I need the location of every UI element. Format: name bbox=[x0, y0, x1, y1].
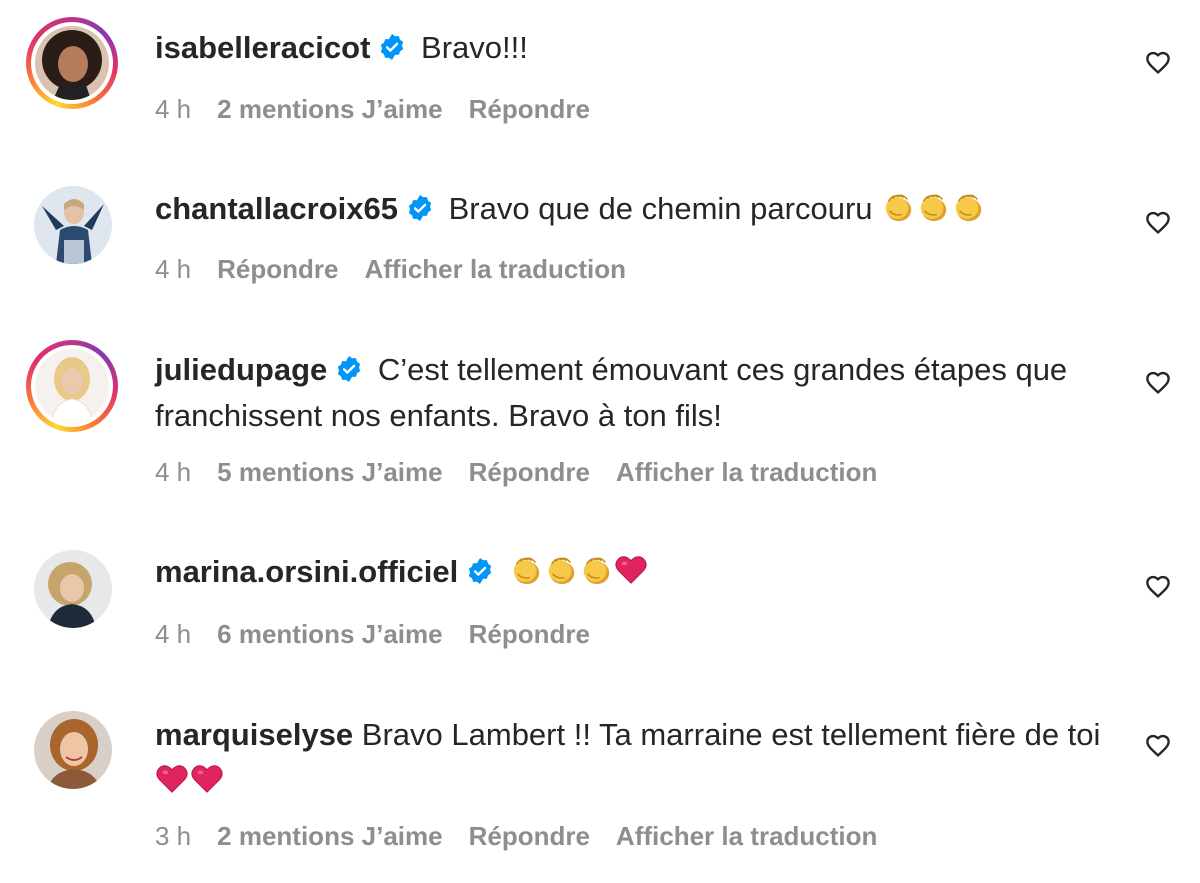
verified-badge-icon bbox=[466, 557, 494, 585]
like-heart-icon[interactable] bbox=[1143, 730, 1173, 760]
comment-username[interactable]: marina.orsini.officiel bbox=[155, 554, 458, 589]
comment-likes-count[interactable]: 2 mentions J’aime bbox=[217, 821, 442, 851]
avatar[interactable] bbox=[35, 26, 109, 100]
comment-timestamp[interactable]: 4 h bbox=[155, 254, 191, 284]
like-heart-icon[interactable] bbox=[1143, 571, 1173, 601]
clapping-hands-emoji-icon bbox=[881, 190, 915, 224]
like-heart-icon[interactable] bbox=[1143, 47, 1173, 77]
like-heart-icon[interactable] bbox=[1143, 367, 1173, 397]
reply-button[interactable]: Répondre bbox=[217, 254, 338, 284]
avatar-container[interactable] bbox=[26, 178, 118, 270]
comment-timestamp[interactable]: 4 h bbox=[155, 457, 191, 487]
clapping-hands-emoji-icon bbox=[916, 190, 950, 224]
avatar[interactable] bbox=[35, 349, 109, 423]
comment-timestamp[interactable]: 4 h bbox=[155, 619, 191, 649]
avatar-container[interactable] bbox=[26, 542, 118, 634]
reply-button[interactable]: Répondre bbox=[469, 94, 590, 124]
comment-likes-count[interactable]: 5 mentions J’aime bbox=[217, 457, 442, 487]
see-translation-button[interactable]: Afficher la traduction bbox=[616, 457, 877, 487]
red-heart-emoji-icon bbox=[190, 762, 224, 796]
verified-badge-icon bbox=[406, 194, 434, 222]
red-heart-emoji-icon bbox=[155, 762, 189, 796]
avatar[interactable] bbox=[34, 550, 112, 628]
verified-badge-icon bbox=[335, 355, 363, 383]
comment-timestamp[interactable]: 3 h bbox=[155, 821, 191, 851]
avatar-container[interactable] bbox=[26, 703, 118, 795]
reply-button[interactable]: Répondre bbox=[469, 821, 590, 851]
comment-username[interactable]: isabelleracicot bbox=[155, 30, 370, 65]
avatar[interactable] bbox=[34, 711, 112, 789]
see-translation-button[interactable]: Afficher la traduction bbox=[616, 821, 877, 851]
comment-username[interactable]: juliedupage bbox=[155, 352, 327, 387]
comment-likes-count[interactable]: 2 mentions J’aime bbox=[217, 94, 442, 124]
clapping-hands-emoji-icon bbox=[951, 190, 985, 224]
comment-text: Bravo!!! bbox=[421, 30, 528, 65]
comment-username[interactable]: marquiselyse bbox=[155, 717, 353, 752]
reply-button[interactable]: Répondre bbox=[469, 619, 590, 649]
avatar[interactable] bbox=[34, 186, 112, 264]
clapping-hands-emoji-icon bbox=[509, 553, 543, 587]
see-translation-button[interactable]: Afficher la traduction bbox=[365, 254, 626, 284]
comment-username[interactable]: chantallacroix65 bbox=[155, 191, 398, 226]
like-heart-icon[interactable] bbox=[1143, 207, 1173, 237]
clapping-hands-emoji-icon bbox=[544, 553, 578, 587]
avatar-story-ring[interactable] bbox=[26, 340, 118, 432]
clapping-hands-emoji-icon bbox=[579, 553, 613, 587]
comment-timestamp[interactable]: 4 h bbox=[155, 94, 191, 124]
reply-button[interactable]: Répondre bbox=[469, 457, 590, 487]
comment-text: Bravo que de chemin parcouru bbox=[448, 191, 873, 226]
comment-text: Bravo Lambert !! Ta marraine est telleme… bbox=[361, 717, 1101, 752]
avatar-story-ring[interactable] bbox=[26, 17, 118, 109]
verified-badge-icon bbox=[378, 33, 406, 61]
red-heart-emoji-icon bbox=[614, 553, 648, 587]
comment-likes-count[interactable]: 6 mentions J’aime bbox=[217, 619, 442, 649]
